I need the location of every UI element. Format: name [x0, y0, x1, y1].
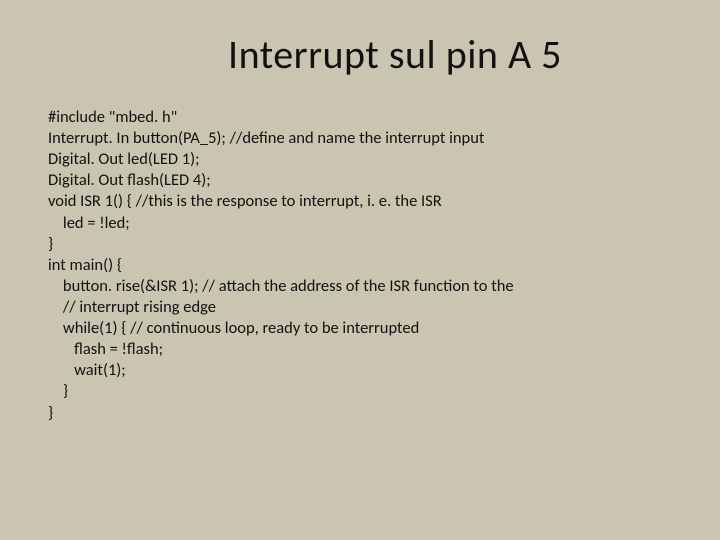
slide: Interrupt sul pin A 5 #include "mbed. h"…: [0, 0, 720, 540]
slide-title: Interrupt sul pin A 5: [118, 30, 672, 79]
code-block: #include "mbed. h" Interrupt. In button(…: [48, 107, 672, 424]
